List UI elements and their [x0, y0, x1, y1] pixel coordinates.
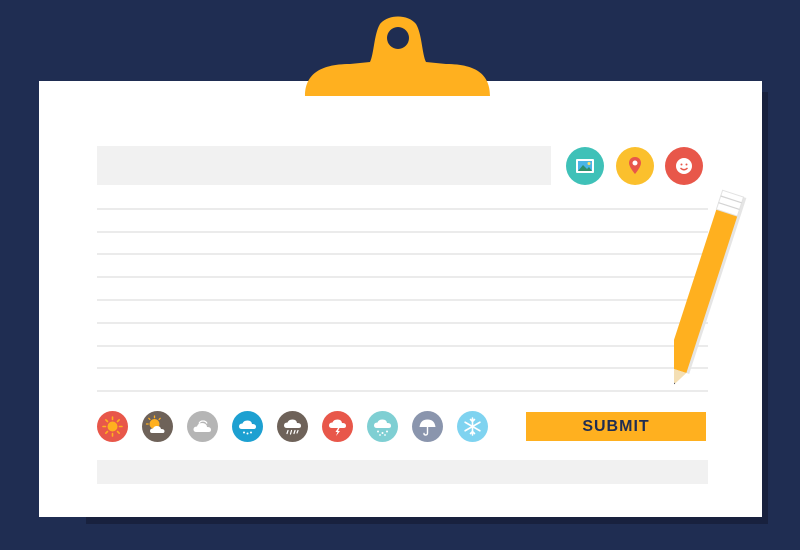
ruled-line [97, 276, 708, 278]
umbrella-icon [412, 411, 443, 442]
footer-field[interactable] [97, 460, 708, 484]
weather-rain-button[interactable] [232, 411, 263, 442]
weather-partly-cloudy-button[interactable] [142, 411, 173, 442]
rain-icon [232, 411, 263, 442]
ruled-line [97, 390, 708, 392]
weather-umbrella-button[interactable] [412, 411, 443, 442]
cloudy-icon [187, 411, 218, 442]
image-icon [566, 147, 604, 185]
add-emoji-button[interactable] [665, 147, 703, 185]
heavy-rain-icon [277, 411, 308, 442]
ruled-line [97, 231, 708, 233]
partly-cloudy-icon [142, 411, 173, 442]
ruled-line [97, 322, 708, 324]
insert-image-button[interactable] [566, 147, 604, 185]
pencil-icon [674, 189, 747, 389]
add-location-button[interactable] [616, 147, 654, 185]
snow-rain-icon [367, 411, 398, 442]
weather-cloudy-button[interactable] [187, 411, 218, 442]
snowflake-icon [457, 411, 488, 442]
ruled-line [97, 345, 708, 347]
weather-sunny-button[interactable] [97, 411, 128, 442]
ruled-line [97, 299, 708, 301]
ruled-line [97, 208, 708, 210]
weather-snowflake-button[interactable] [457, 411, 488, 442]
emoji-icon [665, 147, 703, 185]
ruled-line [97, 367, 708, 369]
location-pin-icon [616, 147, 654, 185]
ruled-line [97, 253, 708, 255]
weather-thunderstorm-button[interactable] [322, 411, 353, 442]
note-body-textarea[interactable] [97, 200, 708, 396]
weather-heavy-rain-button[interactable] [277, 411, 308, 442]
thunderstorm-icon [322, 411, 353, 442]
sunny-icon [97, 411, 128, 442]
weather-snow-rain-button[interactable] [367, 411, 398, 442]
title-input[interactable] [97, 146, 551, 185]
clipboard-clip-icon [305, 16, 490, 96]
